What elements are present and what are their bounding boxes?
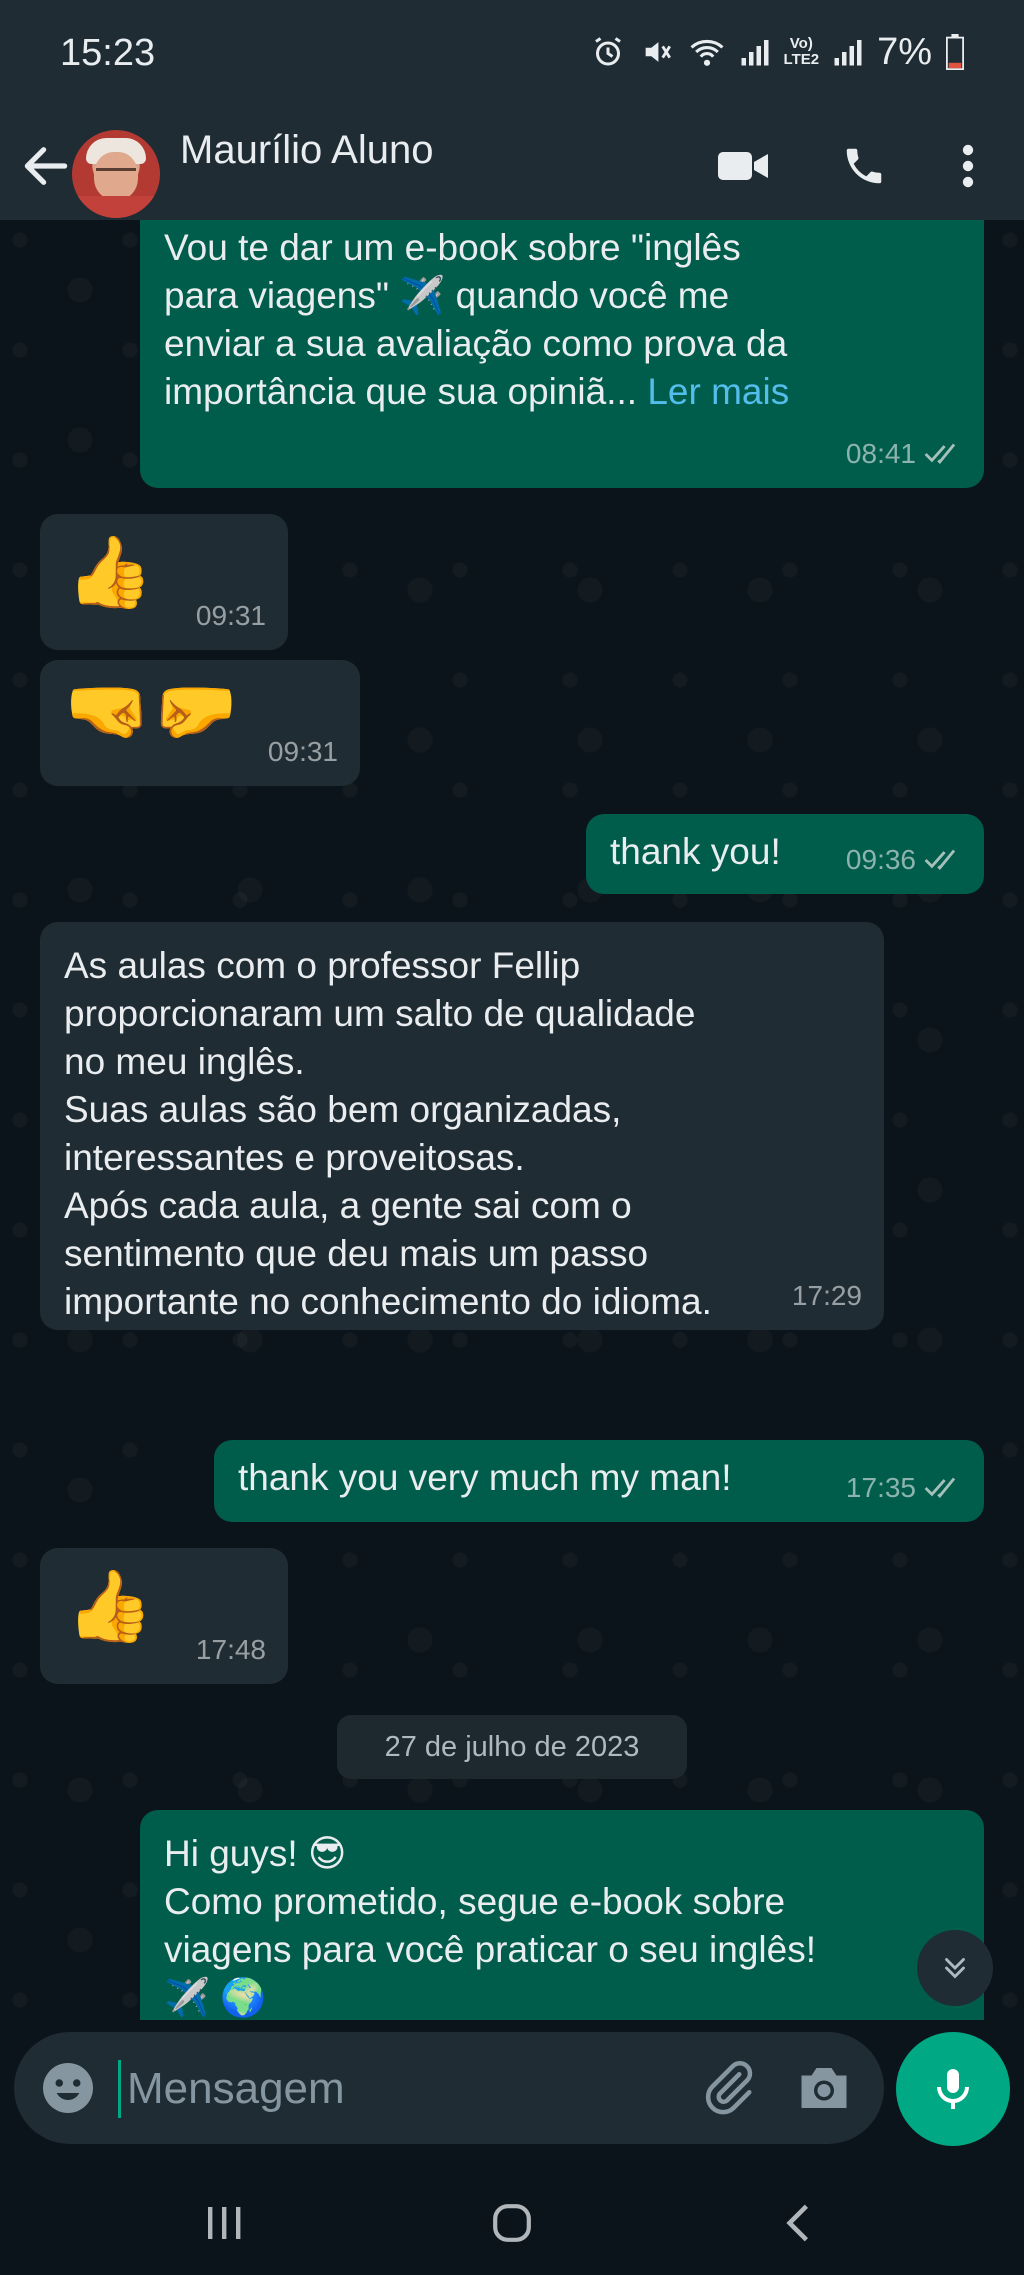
home-button[interactable] [472, 2188, 552, 2258]
message-input-bar [0, 2020, 1024, 2170]
video-call-icon [718, 152, 768, 180]
message-bubble-outgoing[interactable]: Vou te dar um e-book sobre "inglês para … [140, 220, 984, 488]
more-vert-icon [962, 144, 974, 188]
recent-apps-icon [208, 2207, 241, 2239]
contact-name[interactable]: Maurílio Aluno [180, 128, 433, 173]
microphone-icon [937, 2069, 969, 2109]
message-time: 09:36 [845, 844, 916, 875]
message-input-container [14, 2032, 884, 2144]
message-meta: 17:35 [846, 1464, 962, 1512]
battery-icon [946, 34, 964, 70]
signal-icon-2 [834, 40, 862, 66]
message-text: As aulas com o professor Fellip proporci… [64, 945, 712, 1322]
wifi-icon [690, 39, 723, 66]
more-options-button[interactable] [936, 134, 1000, 198]
message-bubble-outgoing[interactable]: Hi guys! 😎 Como prometido, segue e-book … [140, 1810, 984, 2020]
system-navigation-bar [0, 2170, 1024, 2275]
double-check-icon [924, 849, 956, 871]
message-meta: 17:48 [196, 1626, 266, 1674]
back-arrow-icon [24, 147, 68, 185]
message-bubble-outgoing[interactable]: thank you! 09:36 [586, 814, 984, 894]
signal-icon [741, 40, 769, 66]
message-bubble-incoming[interactable]: As aulas com o professor Fellip proporci… [40, 922, 884, 1330]
voice-message-button[interactable] [896, 2032, 1010, 2146]
status-bar: 15:23 Vo) LTE2 7% [0, 0, 1024, 110]
read-more-link[interactable]: Ler mais [647, 371, 789, 412]
lte-bottom-label: LTE2 [783, 51, 820, 68]
message-meta: 09:31 [196, 592, 266, 640]
message-bubble-outgoing[interactable]: thank you very much my man! 17:35 [214, 1440, 984, 1522]
message-time: 17:29 [791, 1280, 862, 1311]
message-time: 17:48 [195, 1634, 266, 1665]
contact-avatar[interactable] [72, 130, 160, 218]
message-time: 17:35 [845, 1472, 916, 1503]
chevron-double-down-icon [945, 1958, 965, 1979]
avatar-glasses [96, 168, 136, 179]
avatar-shirt [72, 196, 160, 218]
message-time: 08:41 [845, 438, 916, 469]
message-meta: 08:41 [846, 430, 962, 478]
camera-button[interactable] [794, 2058, 854, 2118]
camera-icon [801, 2068, 847, 2108]
message-bubble-incoming[interactable]: 🤜🤛 09:31 [40, 660, 360, 786]
status-icons: Vo) LTE2 7% [590, 30, 964, 74]
scroll-to-bottom-button[interactable] [917, 1930, 993, 2006]
message-bubble-incoming[interactable]: 👍 17:48 [40, 1548, 288, 1684]
mute-icon [645, 42, 671, 62]
message-meta: 09:36 [846, 836, 962, 884]
status-time: 15:23 [60, 32, 156, 74]
chevron-left-icon [786, 2204, 809, 2242]
message-text: Vou te dar um e-book sobre "inglês para … [164, 224, 960, 416]
home-icon [493, 2204, 531, 2242]
lte-top-label: Vo) [789, 35, 813, 52]
recent-apps-button[interactable] [184, 2188, 264, 2258]
voice-call-button[interactable] [832, 134, 896, 198]
double-check-icon [924, 443, 956, 465]
message-meta: 09:31 [268, 728, 338, 776]
back-button[interactable] [18, 138, 74, 194]
double-check-icon [924, 1477, 956, 1499]
message-time: 09:31 [195, 600, 266, 631]
message-bubble-incoming[interactable]: 👍 09:31 [40, 514, 288, 650]
chat-header: Maurílio Aluno [0, 110, 1024, 220]
phone-icon [846, 148, 882, 184]
message-time: 09:31 [267, 736, 338, 767]
date-divider: 27 de julho de 2023 [337, 1715, 687, 1779]
emoji-icon [43, 2063, 93, 2113]
chat-area[interactable]: Vou te dar um e-book sobre "inglês para … [0, 220, 1024, 2020]
message-text: Hi guys! 😎 Como prometido, segue e-book … [164, 1833, 816, 2018]
emoji-button[interactable] [38, 2058, 98, 2118]
message-meta: 17:29 [792, 1272, 862, 1320]
attach-button[interactable] [698, 2058, 758, 2118]
video-call-button[interactable] [712, 134, 776, 198]
back-nav-button[interactable] [758, 2188, 838, 2258]
paperclip-icon [705, 2061, 753, 2115]
whatsapp-chat-screen: 15:23 Vo) LTE2 7% Maurílio Aluno Vou te … [0, 0, 1024, 2275]
battery-percent: 7% [877, 30, 932, 73]
lte-indicator: Vo) LTE2 [784, 36, 820, 68]
alarm-icon [594, 37, 621, 66]
message-input[interactable] [118, 2060, 689, 2118]
